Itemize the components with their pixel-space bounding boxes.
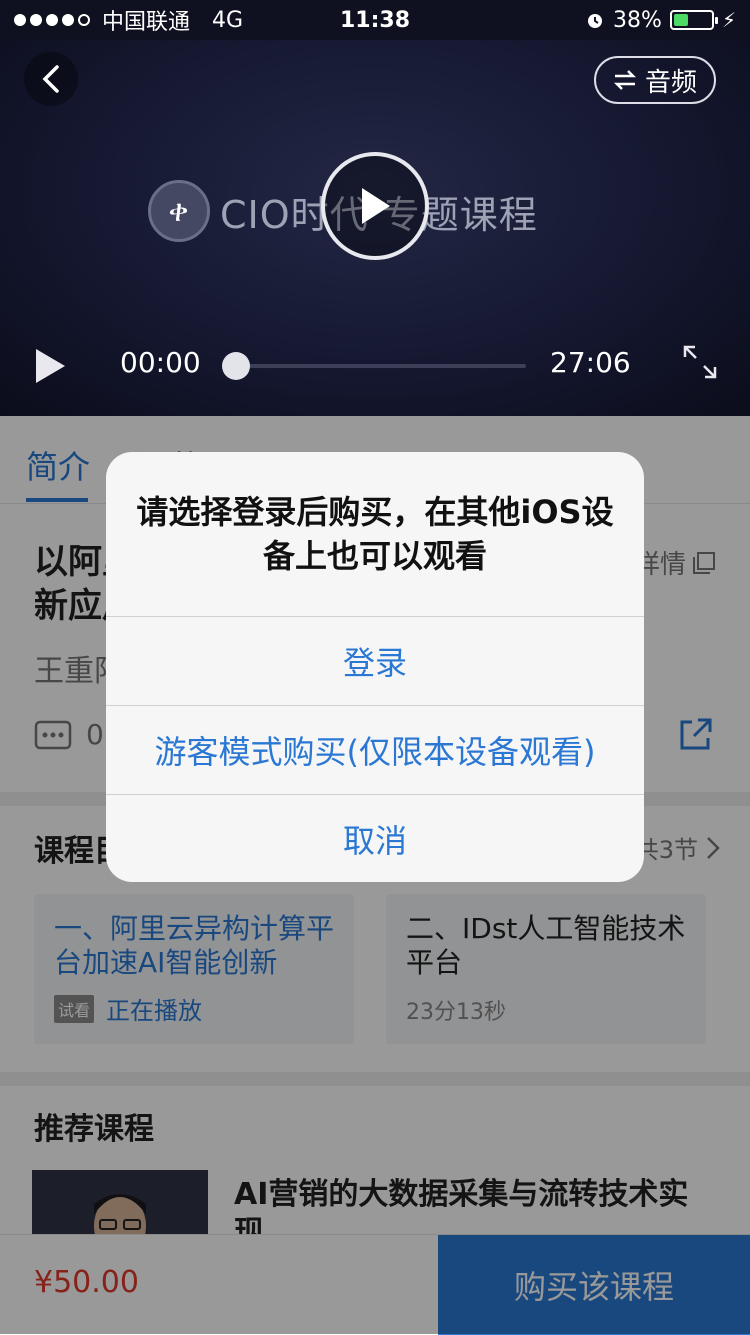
- fullscreen-button[interactable]: [682, 344, 718, 384]
- battery-icon: [669, 10, 718, 30]
- play-pause-button[interactable]: [34, 348, 66, 388]
- login-button[interactable]: 登录: [106, 616, 644, 705]
- progress-knob[interactable]: [222, 352, 250, 380]
- carrier-name: 中国联通: [102, 10, 191, 35]
- swap-icon: [613, 70, 637, 90]
- alert-message: 请选择登录后购买，在其他iOS设备上也可以观看: [136, 493, 614, 575]
- play-icon: [36, 349, 65, 383]
- status-bar: 中国联通 4G 11:38 38% ⚡: [0, 0, 750, 40]
- cancel-button[interactable]: 取消: [106, 794, 644, 882]
- alarm-icon: [588, 14, 603, 28]
- signal-strength-icon: [14, 14, 90, 26]
- battery-percent: 38%: [613, 7, 662, 33]
- progress-track[interactable]: [236, 364, 526, 368]
- audio-mode-label: 音频: [644, 67, 697, 98]
- player-controls: 00:00 27:06: [0, 316, 750, 416]
- audio-mode-button[interactable]: 音频: [594, 56, 716, 104]
- cio-logo-icon: ቀ: [148, 180, 210, 242]
- play-icon: [362, 188, 390, 224]
- back-button[interactable]: [24, 52, 78, 106]
- expand-icon: [683, 345, 717, 379]
- total-duration: 27:06: [550, 346, 631, 379]
- current-time: 00:00: [120, 346, 201, 379]
- purchase-login-alert: 请选择登录后购买，在其他iOS设备上也可以观看 登录 游客模式购买(仅限本设备观…: [106, 452, 644, 882]
- guest-purchase-button[interactable]: 游客模式购买(仅限本设备观看): [106, 705, 644, 794]
- video-player[interactable]: 音频 ቀ CIO时代 专题课程 00:00 27:06: [0, 40, 750, 416]
- chevron-left-icon: [42, 65, 59, 93]
- charging-icon: ⚡: [721, 8, 736, 32]
- network-type: 4G: [212, 7, 244, 33]
- center-play-button[interactable]: [321, 152, 429, 260]
